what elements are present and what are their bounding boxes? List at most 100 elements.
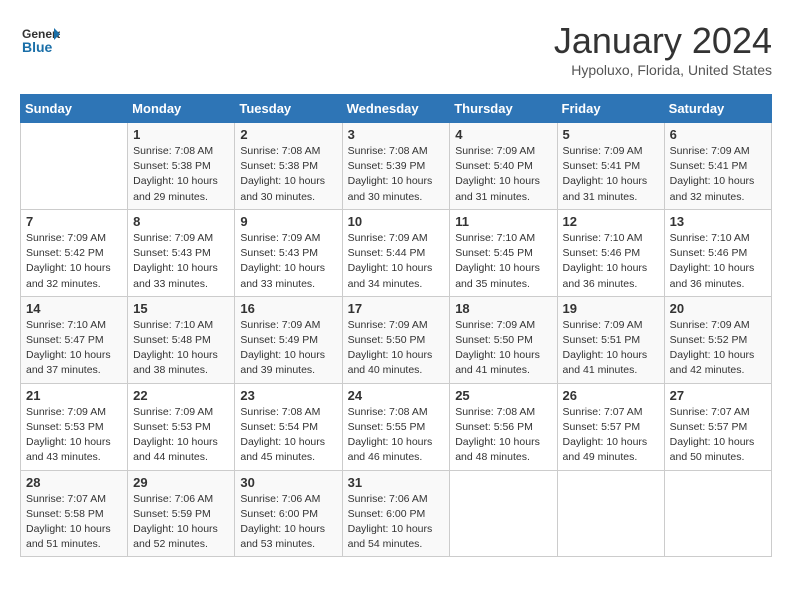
sunset-text: Sunset: 5:46 PM bbox=[670, 246, 766, 261]
day-info: Sunrise: 7:10 AM Sunset: 5:45 PM Dayligh… bbox=[455, 231, 551, 292]
sunrise-text: Sunrise: 7:08 AM bbox=[240, 405, 336, 420]
calendar-title: January 2024 bbox=[554, 20, 772, 62]
calendar-cell: 23 Sunrise: 7:08 AM Sunset: 5:54 PM Dayl… bbox=[235, 383, 342, 470]
sunrise-text: Sunrise: 7:07 AM bbox=[26, 492, 122, 507]
sunrise-text: Sunrise: 7:07 AM bbox=[563, 405, 659, 420]
day-number: 13 bbox=[670, 214, 766, 229]
sunset-text: Sunset: 5:41 PM bbox=[563, 159, 659, 174]
sunset-text: Sunset: 5:46 PM bbox=[563, 246, 659, 261]
sunset-text: Sunset: 5:50 PM bbox=[348, 333, 445, 348]
day-info: Sunrise: 7:08 AM Sunset: 5:55 PM Dayligh… bbox=[348, 405, 445, 466]
day-info: Sunrise: 7:08 AM Sunset: 5:39 PM Dayligh… bbox=[348, 144, 445, 205]
sunrise-text: Sunrise: 7:09 AM bbox=[133, 231, 229, 246]
day-number: 30 bbox=[240, 475, 336, 490]
header-saturday: Saturday bbox=[664, 95, 771, 123]
calendar-cell: 5 Sunrise: 7:09 AM Sunset: 5:41 PM Dayli… bbox=[557, 123, 664, 210]
sunrise-text: Sunrise: 7:08 AM bbox=[133, 144, 229, 159]
calendar-table: Sunday Monday Tuesday Wednesday Thursday… bbox=[20, 94, 772, 557]
calendar-cell: 20 Sunrise: 7:09 AM Sunset: 5:52 PM Dayl… bbox=[664, 296, 771, 383]
logo-icon: General Blue bbox=[20, 20, 60, 60]
calendar-cell: 21 Sunrise: 7:09 AM Sunset: 5:53 PM Dayl… bbox=[21, 383, 128, 470]
calendar-cell: 8 Sunrise: 7:09 AM Sunset: 5:43 PM Dayli… bbox=[128, 209, 235, 296]
daylight-text: Daylight: 10 hours and 51 minutes. bbox=[26, 522, 122, 552]
day-number: 25 bbox=[455, 388, 551, 403]
day-info: Sunrise: 7:09 AM Sunset: 5:53 PM Dayligh… bbox=[133, 405, 229, 466]
daylight-text: Daylight: 10 hours and 52 minutes. bbox=[133, 522, 229, 552]
logo: General Blue bbox=[20, 20, 64, 60]
day-info: Sunrise: 7:09 AM Sunset: 5:41 PM Dayligh… bbox=[563, 144, 659, 205]
day-info: Sunrise: 7:08 AM Sunset: 5:38 PM Dayligh… bbox=[240, 144, 336, 205]
daylight-text: Daylight: 10 hours and 37 minutes. bbox=[26, 348, 122, 378]
sunset-text: Sunset: 5:57 PM bbox=[670, 420, 766, 435]
week-row-4: 28 Sunrise: 7:07 AM Sunset: 5:58 PM Dayl… bbox=[21, 470, 772, 557]
week-row-0: 1 Sunrise: 7:08 AM Sunset: 5:38 PM Dayli… bbox=[21, 123, 772, 210]
day-info: Sunrise: 7:10 AM Sunset: 5:46 PM Dayligh… bbox=[670, 231, 766, 292]
daylight-text: Daylight: 10 hours and 30 minutes. bbox=[240, 174, 336, 204]
calendar-cell: 29 Sunrise: 7:06 AM Sunset: 5:59 PM Dayl… bbox=[128, 470, 235, 557]
day-number: 31 bbox=[348, 475, 445, 490]
sunrise-text: Sunrise: 7:09 AM bbox=[670, 318, 766, 333]
sunrise-text: Sunrise: 7:10 AM bbox=[26, 318, 122, 333]
sunset-text: Sunset: 5:47 PM bbox=[26, 333, 122, 348]
calendar-cell: 7 Sunrise: 7:09 AM Sunset: 5:42 PM Dayli… bbox=[21, 209, 128, 296]
calendar-cell: 22 Sunrise: 7:09 AM Sunset: 5:53 PM Dayl… bbox=[128, 383, 235, 470]
sunrise-text: Sunrise: 7:09 AM bbox=[455, 144, 551, 159]
day-number: 19 bbox=[563, 301, 659, 316]
sunrise-text: Sunrise: 7:09 AM bbox=[26, 231, 122, 246]
calendar-cell bbox=[450, 470, 557, 557]
sunset-text: Sunset: 5:38 PM bbox=[133, 159, 229, 174]
day-info: Sunrise: 7:09 AM Sunset: 5:51 PM Dayligh… bbox=[563, 318, 659, 379]
day-number: 21 bbox=[26, 388, 122, 403]
day-number: 8 bbox=[133, 214, 229, 229]
day-info: Sunrise: 7:08 AM Sunset: 5:56 PM Dayligh… bbox=[455, 405, 551, 466]
daylight-text: Daylight: 10 hours and 31 minutes. bbox=[455, 174, 551, 204]
daylight-text: Daylight: 10 hours and 36 minutes. bbox=[563, 261, 659, 291]
day-number: 12 bbox=[563, 214, 659, 229]
sunrise-text: Sunrise: 7:08 AM bbox=[348, 405, 445, 420]
calendar-cell: 19 Sunrise: 7:09 AM Sunset: 5:51 PM Dayl… bbox=[557, 296, 664, 383]
sunrise-text: Sunrise: 7:09 AM bbox=[455, 318, 551, 333]
daylight-text: Daylight: 10 hours and 54 minutes. bbox=[348, 522, 445, 552]
day-info: Sunrise: 7:06 AM Sunset: 6:00 PM Dayligh… bbox=[348, 492, 445, 553]
calendar-cell: 2 Sunrise: 7:08 AM Sunset: 5:38 PM Dayli… bbox=[235, 123, 342, 210]
sunrise-text: Sunrise: 7:10 AM bbox=[455, 231, 551, 246]
sunset-text: Sunset: 6:00 PM bbox=[240, 507, 336, 522]
sunset-text: Sunset: 5:52 PM bbox=[670, 333, 766, 348]
calendar-cell: 28 Sunrise: 7:07 AM Sunset: 5:58 PM Dayl… bbox=[21, 470, 128, 557]
sunset-text: Sunset: 5:57 PM bbox=[563, 420, 659, 435]
header-monday: Monday bbox=[128, 95, 235, 123]
day-info: Sunrise: 7:09 AM Sunset: 5:52 PM Dayligh… bbox=[670, 318, 766, 379]
calendar-cell: 14 Sunrise: 7:10 AM Sunset: 5:47 PM Dayl… bbox=[21, 296, 128, 383]
daylight-text: Daylight: 10 hours and 41 minutes. bbox=[455, 348, 551, 378]
day-info: Sunrise: 7:07 AM Sunset: 5:57 PM Dayligh… bbox=[563, 405, 659, 466]
calendar-cell: 13 Sunrise: 7:10 AM Sunset: 5:46 PM Dayl… bbox=[664, 209, 771, 296]
daylight-text: Daylight: 10 hours and 33 minutes. bbox=[240, 261, 336, 291]
sunrise-text: Sunrise: 7:10 AM bbox=[563, 231, 659, 246]
daylight-text: Daylight: 10 hours and 44 minutes. bbox=[133, 435, 229, 465]
daylight-text: Daylight: 10 hours and 32 minutes. bbox=[670, 174, 766, 204]
sunrise-text: Sunrise: 7:09 AM bbox=[563, 318, 659, 333]
sunset-text: Sunset: 5:43 PM bbox=[240, 246, 336, 261]
week-row-3: 21 Sunrise: 7:09 AM Sunset: 5:53 PM Dayl… bbox=[21, 383, 772, 470]
daylight-text: Daylight: 10 hours and 42 minutes. bbox=[670, 348, 766, 378]
sunrise-text: Sunrise: 7:09 AM bbox=[26, 405, 122, 420]
daylight-text: Daylight: 10 hours and 40 minutes. bbox=[348, 348, 445, 378]
calendar-cell: 1 Sunrise: 7:08 AM Sunset: 5:38 PM Dayli… bbox=[128, 123, 235, 210]
sunset-text: Sunset: 5:58 PM bbox=[26, 507, 122, 522]
sunset-text: Sunset: 5:43 PM bbox=[133, 246, 229, 261]
daylight-text: Daylight: 10 hours and 50 minutes. bbox=[670, 435, 766, 465]
calendar-cell: 27 Sunrise: 7:07 AM Sunset: 5:57 PM Dayl… bbox=[664, 383, 771, 470]
day-number: 3 bbox=[348, 127, 445, 142]
sunset-text: Sunset: 5:53 PM bbox=[133, 420, 229, 435]
sunrise-text: Sunrise: 7:08 AM bbox=[455, 405, 551, 420]
day-number: 10 bbox=[348, 214, 445, 229]
calendar-cell: 11 Sunrise: 7:10 AM Sunset: 5:45 PM Dayl… bbox=[450, 209, 557, 296]
day-number: 9 bbox=[240, 214, 336, 229]
day-info: Sunrise: 7:10 AM Sunset: 5:46 PM Dayligh… bbox=[563, 231, 659, 292]
day-number: 2 bbox=[240, 127, 336, 142]
daylight-text: Daylight: 10 hours and 46 minutes. bbox=[348, 435, 445, 465]
title-area: January 2024 Hypoluxo, Florida, United S… bbox=[554, 20, 772, 78]
sunrise-text: Sunrise: 7:09 AM bbox=[348, 231, 445, 246]
day-number: 27 bbox=[670, 388, 766, 403]
svg-text:Blue: Blue bbox=[22, 39, 53, 55]
